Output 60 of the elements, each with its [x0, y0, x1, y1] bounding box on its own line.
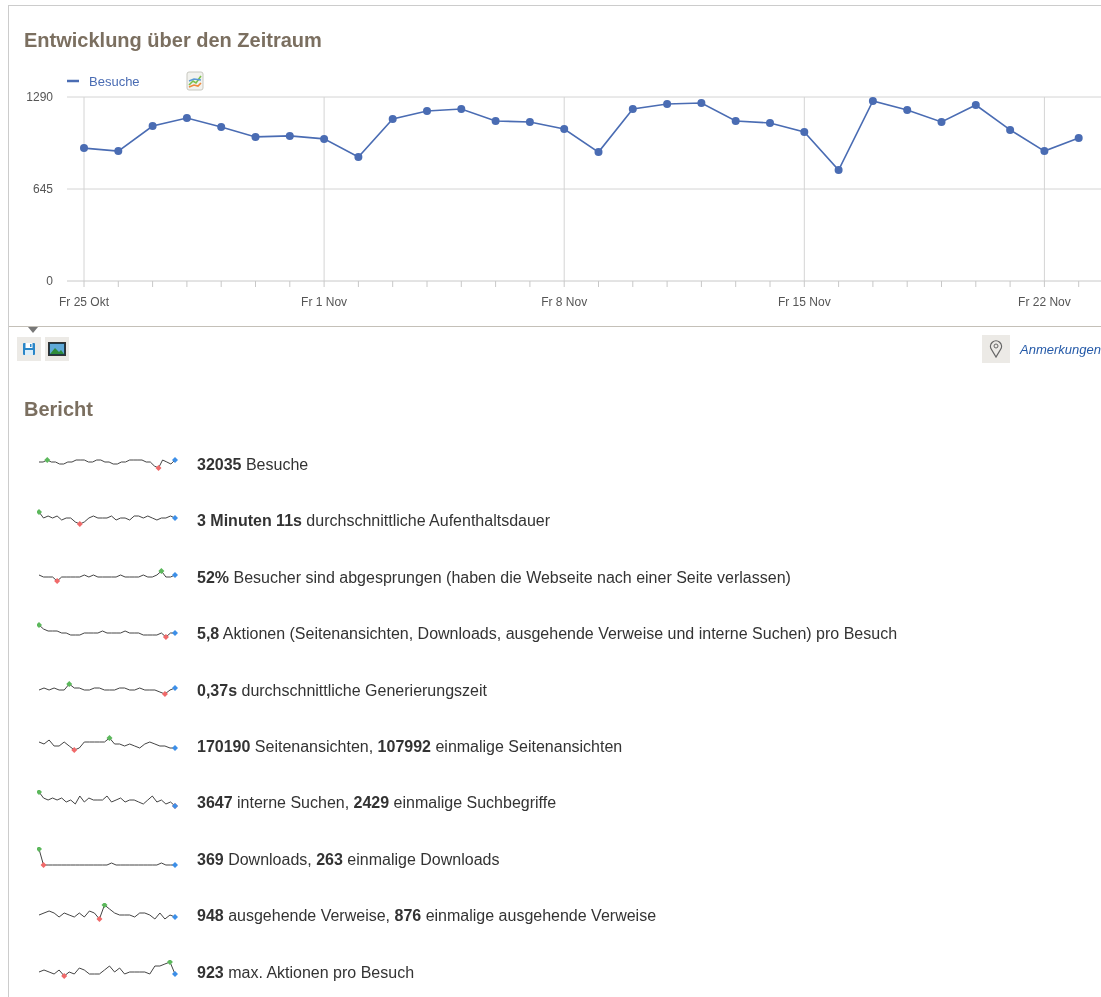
data-point — [903, 106, 912, 114]
data-point — [868, 97, 877, 105]
data-point — [80, 144, 88, 153]
report-metric: 5,8 Aktionen (Seitenansichten, Downloads, ausgehende Verweise und interne Suchen) pro Besuch — [197, 625, 898, 644]
report-metric: 948 ausgehende Verweise, 876 einmalige ausgehende Verweise — [197, 907, 657, 926]
data-point — [457, 105, 466, 113]
data-point — [731, 116, 740, 125]
report-metric: 52% Besucher sind abgesprungen (haben die Webseite nach einer Seite verlassen) — [197, 568, 791, 587]
report-metric: 369 Downloads, 263 einmalige Downloads — [197, 850, 500, 869]
data-point — [766, 118, 774, 127]
data-point — [217, 122, 226, 131]
data-point — [834, 166, 843, 175]
y-axis-label: 645 — [32, 182, 53, 196]
report-metric: 923 max. Aktionen pro Besuch — [197, 963, 415, 982]
data-point — [491, 116, 500, 125]
x-axis-label: Fr 1 Nov — [301, 295, 348, 309]
image-icon — [48, 342, 66, 356]
data-point — [937, 117, 946, 126]
report-metric: 3 Minuten 11s durchschnittliche Aufenthaltsdauer — [197, 512, 551, 531]
legend-label: Besuche — [89, 74, 140, 89]
data-point — [663, 100, 672, 108]
data-point — [560, 124, 569, 133]
data-point — [423, 107, 431, 115]
data-point — [594, 148, 603, 157]
report-metric: 3647 interne Suchen, 2429 einmalige Suchbegriffe — [197, 794, 557, 813]
section-title: Bericht — [23, 397, 94, 421]
data-point — [697, 99, 706, 107]
data-point — [182, 113, 191, 122]
x-axis-label: Fr 25 Okt — [59, 295, 109, 309]
data-point — [628, 105, 637, 113]
data-point — [251, 132, 260, 141]
y-axis-label: 1290 — [26, 90, 53, 104]
data-point — [800, 127, 809, 136]
data-point — [1006, 125, 1015, 134]
report-metric: 170190 Seitenansichten, 107992 einmalige Seitenansichten — [197, 737, 623, 756]
export-image-button[interactable] — [45, 337, 69, 361]
data-point — [388, 114, 397, 123]
chart-type-icon[interactable] — [186, 71, 204, 91]
y-axis-label: 0 — [46, 274, 53, 288]
x-axis-label: Fr 8 Nov — [541, 295, 588, 309]
data-point — [971, 101, 980, 109]
data-point — [354, 153, 363, 162]
data-point — [525, 117, 534, 126]
x-axis-label: Fr 22 Nov — [1018, 295, 1071, 309]
map-pin-icon — [989, 340, 1004, 358]
section-title: Entwicklung über den Zeitraum — [23, 28, 323, 52]
data-point — [320, 134, 329, 143]
data-point — [285, 131, 294, 140]
data-point — [114, 147, 123, 156]
chart-legend[interactable]: Besuche — [67, 74, 140, 89]
annotations-link[interactable]: Anmerkungen — [1020, 341, 1101, 357]
save-button[interactable] — [17, 337, 41, 361]
data-point — [1074, 133, 1083, 142]
report-metric: 32035 Besuche — [197, 456, 309, 474]
caret-icon — [28, 327, 38, 333]
annotation-button[interactable] — [982, 335, 1011, 363]
report-metric: 0,37s durchschnittliche Generierungszeit — [197, 681, 487, 700]
x-axis-label: Fr 15 Nov — [777, 295, 831, 309]
data-point — [1040, 147, 1049, 156]
data-point — [148, 121, 157, 130]
